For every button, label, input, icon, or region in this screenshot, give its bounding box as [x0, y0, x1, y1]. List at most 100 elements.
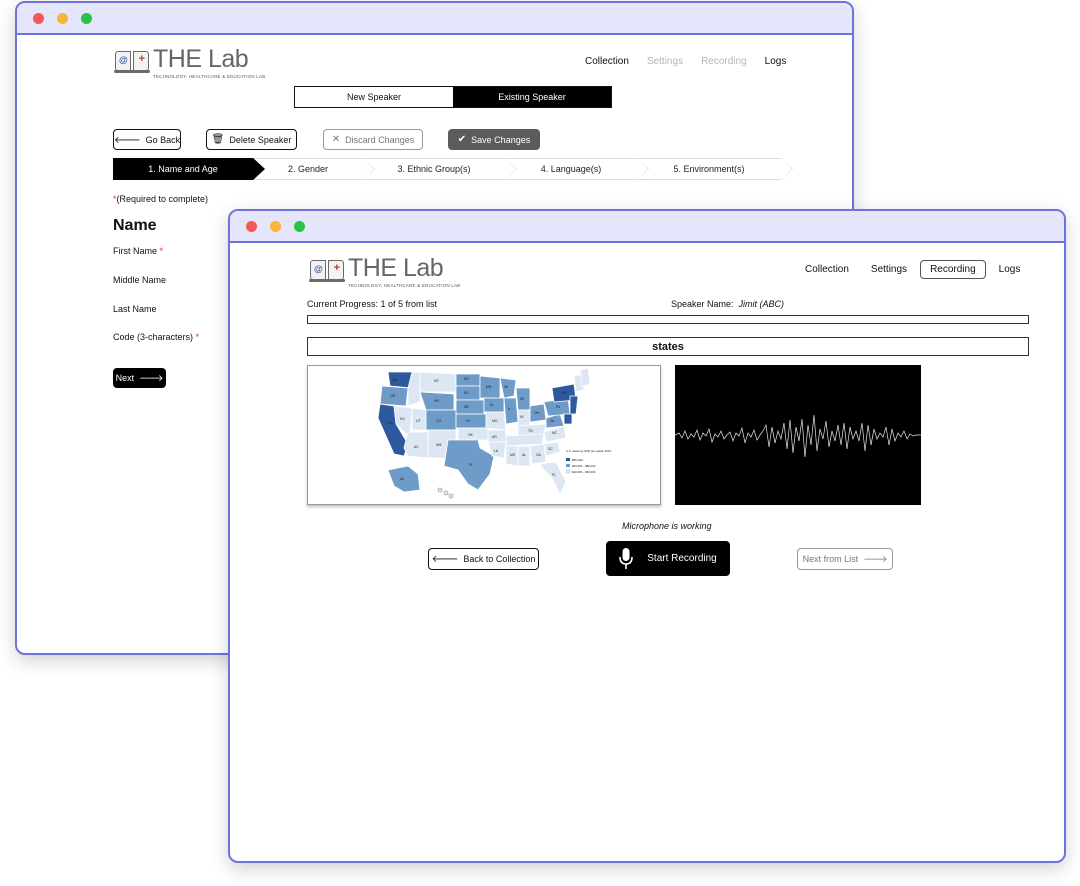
first-name-label: First Name *: [113, 246, 164, 256]
svg-text:MO: MO: [492, 419, 498, 423]
svg-text:OH: OH: [534, 411, 540, 415]
arrow-left-icon: 🡐: [431, 554, 459, 565]
svg-text:WA: WA: [392, 378, 398, 382]
svg-text:AZ: AZ: [414, 445, 418, 449]
minimize-window-button[interactable]: [270, 221, 281, 232]
map-legend-item: $60,000 – $80,000: [572, 464, 596, 468]
book-logo-icon: @ +: [309, 256, 345, 284]
svg-text:MS: MS: [510, 453, 516, 457]
svg-text:NE: NE: [464, 405, 469, 409]
svg-text:AK: AK: [400, 477, 405, 481]
step-wizard: 1. Name and Age 2. Gender 3. Ethnic Grou…: [113, 158, 793, 180]
svg-text:CO: CO: [436, 419, 441, 423]
back-window-titlebar: [17, 3, 852, 35]
code-label: Code (3-characters) *: [113, 332, 200, 342]
svg-text:MI: MI: [520, 397, 524, 401]
new-speaker-tab[interactable]: New Speaker: [295, 87, 453, 107]
main-nav: Collection Settings Recording Logs: [796, 260, 1029, 279]
audio-waveform: [674, 365, 921, 505]
logo-title: THE Lab: [348, 254, 444, 282]
step-languages[interactable]: 4. Language(s): [505, 158, 649, 180]
progress-bar: [307, 315, 1029, 324]
logo-title: THE Lab: [153, 45, 249, 73]
next-from-list-button[interactable]: Next from List 🡒: [797, 548, 893, 570]
svg-text:NM: NM: [436, 443, 441, 447]
svg-text:NY: NY: [562, 391, 567, 395]
nav-collection[interactable]: Collection: [796, 261, 858, 278]
step-name-and-age[interactable]: 1. Name and Age: [113, 158, 265, 180]
svg-text:MN: MN: [486, 385, 492, 389]
last-name-label: Last Name: [113, 304, 157, 314]
speaker-info: Speaker Name: Jimit (ABC): [671, 299, 785, 309]
delete-speaker-button[interactable]: 🗑 Delete Speaker: [206, 129, 297, 150]
step-environments[interactable]: 5. Environment(s): [637, 158, 793, 180]
svg-text:NC: NC: [552, 431, 557, 435]
minimize-window-button[interactable]: [57, 13, 68, 24]
svg-text:PA: PA: [556, 405, 561, 409]
nav-collection[interactable]: Collection: [576, 53, 638, 70]
start-recording-button[interactable]: Start Recording: [606, 541, 730, 576]
svg-text:SC: SC: [548, 447, 553, 451]
us-map-image: WA OR CA NV UT AZ MT WY CO NM ND SD NE KS OK TX MN I…: [358, 366, 611, 504]
svg-text:OR: OR: [390, 394, 396, 398]
progress-label: Current Progress: 1 of 5 from list: [307, 299, 438, 309]
svg-text:VA: VA: [550, 419, 555, 423]
app-logo: @ + THE Lab Technology, Healthcare & Educ…: [309, 254, 461, 288]
close-window-button[interactable]: [33, 13, 44, 24]
arrow-left-icon: 🡐: [113, 134, 141, 146]
svg-text:KS: KS: [466, 419, 471, 423]
section-title: Name: [113, 217, 157, 234]
svg-text:LA: LA: [494, 449, 499, 453]
svg-text:MT: MT: [434, 379, 439, 383]
save-changes-button[interactable]: ✔ Save Changes: [448, 129, 540, 150]
svg-text:AR: AR: [492, 435, 497, 439]
mic-status: Microphone is working: [622, 521, 712, 531]
map-legend-item: $40,000 – $60,000: [572, 470, 596, 474]
step-gender[interactable]: 2. Gender: [253, 158, 375, 180]
svg-text:NV: NV: [400, 417, 405, 421]
speaker-name: Jimit (ABC): [738, 299, 785, 309]
trash-icon: 🗑: [211, 134, 225, 145]
middle-name-label: Middle Name: [113, 275, 167, 285]
check-icon: ✔: [457, 134, 467, 145]
logo-subtitle: Technology, Healthcare & Education Lab: [153, 74, 266, 79]
back-to-collection-button[interactable]: 🡐 Back to Collection: [428, 548, 539, 570]
step-ethnic-groups[interactable]: 3. Ethnic Group(s): [363, 158, 517, 180]
svg-text:WY: WY: [434, 399, 440, 403]
nav-recording[interactable]: Recording: [692, 53, 756, 70]
svg-text:TX: TX: [468, 463, 473, 467]
nav-recording[interactable]: Recording: [920, 260, 986, 279]
svg-text:ND: ND: [464, 377, 469, 381]
speaker-mode-toggle: New Speaker Existing Speaker: [294, 86, 612, 108]
svg-text:AL: AL: [522, 453, 526, 457]
nav-settings[interactable]: Settings: [862, 261, 916, 278]
microphone-icon: [619, 547, 634, 569]
nav-settings[interactable]: Settings: [638, 53, 692, 70]
arrow-right-icon: 🡒: [863, 553, 888, 564]
next-button[interactable]: Next 🡒: [113, 368, 166, 388]
logo-subtitle: Technology, Healthcare & Education Lab: [348, 283, 461, 288]
svg-text:OK: OK: [468, 433, 474, 437]
svg-text:SD: SD: [464, 391, 469, 395]
front-window: @ + THE Lab Technology, Healthcare & Educ…: [228, 209, 1066, 863]
arrow-right-icon: 🡒: [139, 372, 164, 383]
main-nav: Collection Settings Recording Logs: [576, 53, 795, 70]
book-logo-icon: @ +: [114, 47, 150, 75]
svg-text:WI: WI: [504, 385, 508, 389]
nav-logs[interactable]: Logs: [990, 261, 1030, 278]
nav-logs[interactable]: Logs: [756, 53, 796, 70]
map-legend-title: U.S. states by GDP per capita, 2019: [566, 449, 611, 453]
svg-text:GA: GA: [536, 453, 542, 457]
svg-text:UT: UT: [416, 419, 421, 423]
existing-speaker-tab[interactable]: Existing Speaker: [453, 87, 611, 107]
maximize-window-button[interactable]: [81, 13, 92, 24]
close-window-button[interactable]: [246, 221, 257, 232]
go-back-button[interactable]: 🡐 Go Back: [113, 129, 181, 150]
waveform-icon: [674, 414, 921, 458]
maximize-window-button[interactable]: [294, 221, 305, 232]
svg-text:IN: IN: [520, 415, 524, 419]
map-legend-item: $80,000+: [572, 458, 584, 462]
prompt-image: WA OR CA NV UT AZ MT WY CO NM ND SD NE KS OK TX MN I…: [307, 365, 661, 505]
discard-changes-button[interactable]: ✕ Discard Changes: [323, 129, 423, 150]
prompt-word: states: [307, 337, 1029, 356]
